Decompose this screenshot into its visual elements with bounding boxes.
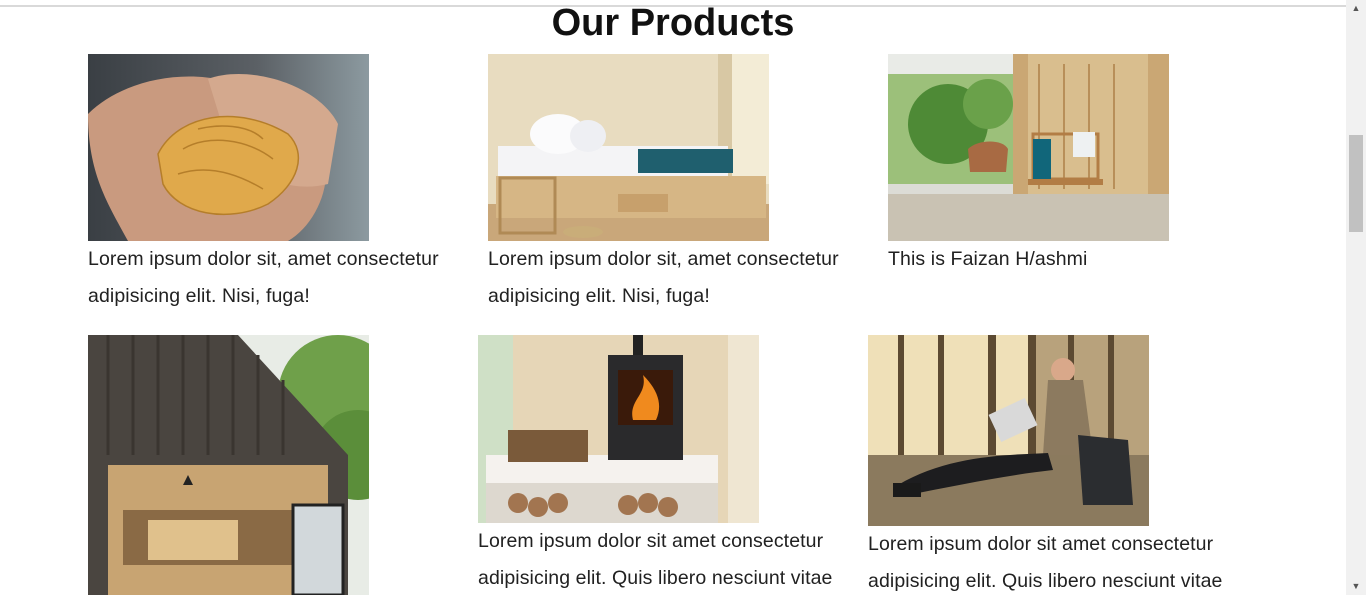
product-description: Lorem ipsum dolor sit amet consectetur a… xyxy=(478,530,833,589)
cabin-image xyxy=(88,335,369,595)
product-card: Lorem ipsum dolor sit, amet consectetur … xyxy=(88,54,458,314)
scrollbar-thumb[interactable] xyxy=(1349,135,1363,232)
scrollbar[interactable]: ▲ ▼ xyxy=(1346,0,1366,595)
product-card: This is Faizan H/ashmi xyxy=(888,54,1258,278)
product-card xyxy=(88,335,458,595)
page-title: Our Products xyxy=(551,2,795,44)
man-laptop-image xyxy=(868,335,1149,526)
scroll-down-icon[interactable]: ▼ xyxy=(1346,578,1366,595)
porch-image xyxy=(888,54,1169,241)
product-card: Lorem ipsum dolor sit, amet consectetur … xyxy=(488,54,858,314)
product-description: Lorem ipsum dolor sit amet consectetur a… xyxy=(868,533,1223,592)
product-description: This is Faizan H/ashmi xyxy=(888,248,1088,270)
bedroom-image xyxy=(488,54,769,241)
product-description: Lorem ipsum dolor sit, amet consectetur … xyxy=(488,248,839,307)
product-description: Lorem ipsum dolor sit, amet consectetur … xyxy=(88,248,439,307)
stove-image xyxy=(478,335,759,523)
scroll-up-icon[interactable]: ▲ xyxy=(1346,0,1366,17)
pasta-image xyxy=(88,54,369,241)
product-card: Lorem ipsum dolor sit amet consectetur a… xyxy=(868,335,1238,599)
product-card: Lorem ipsum dolor sit amet consectetur a… xyxy=(478,335,848,596)
